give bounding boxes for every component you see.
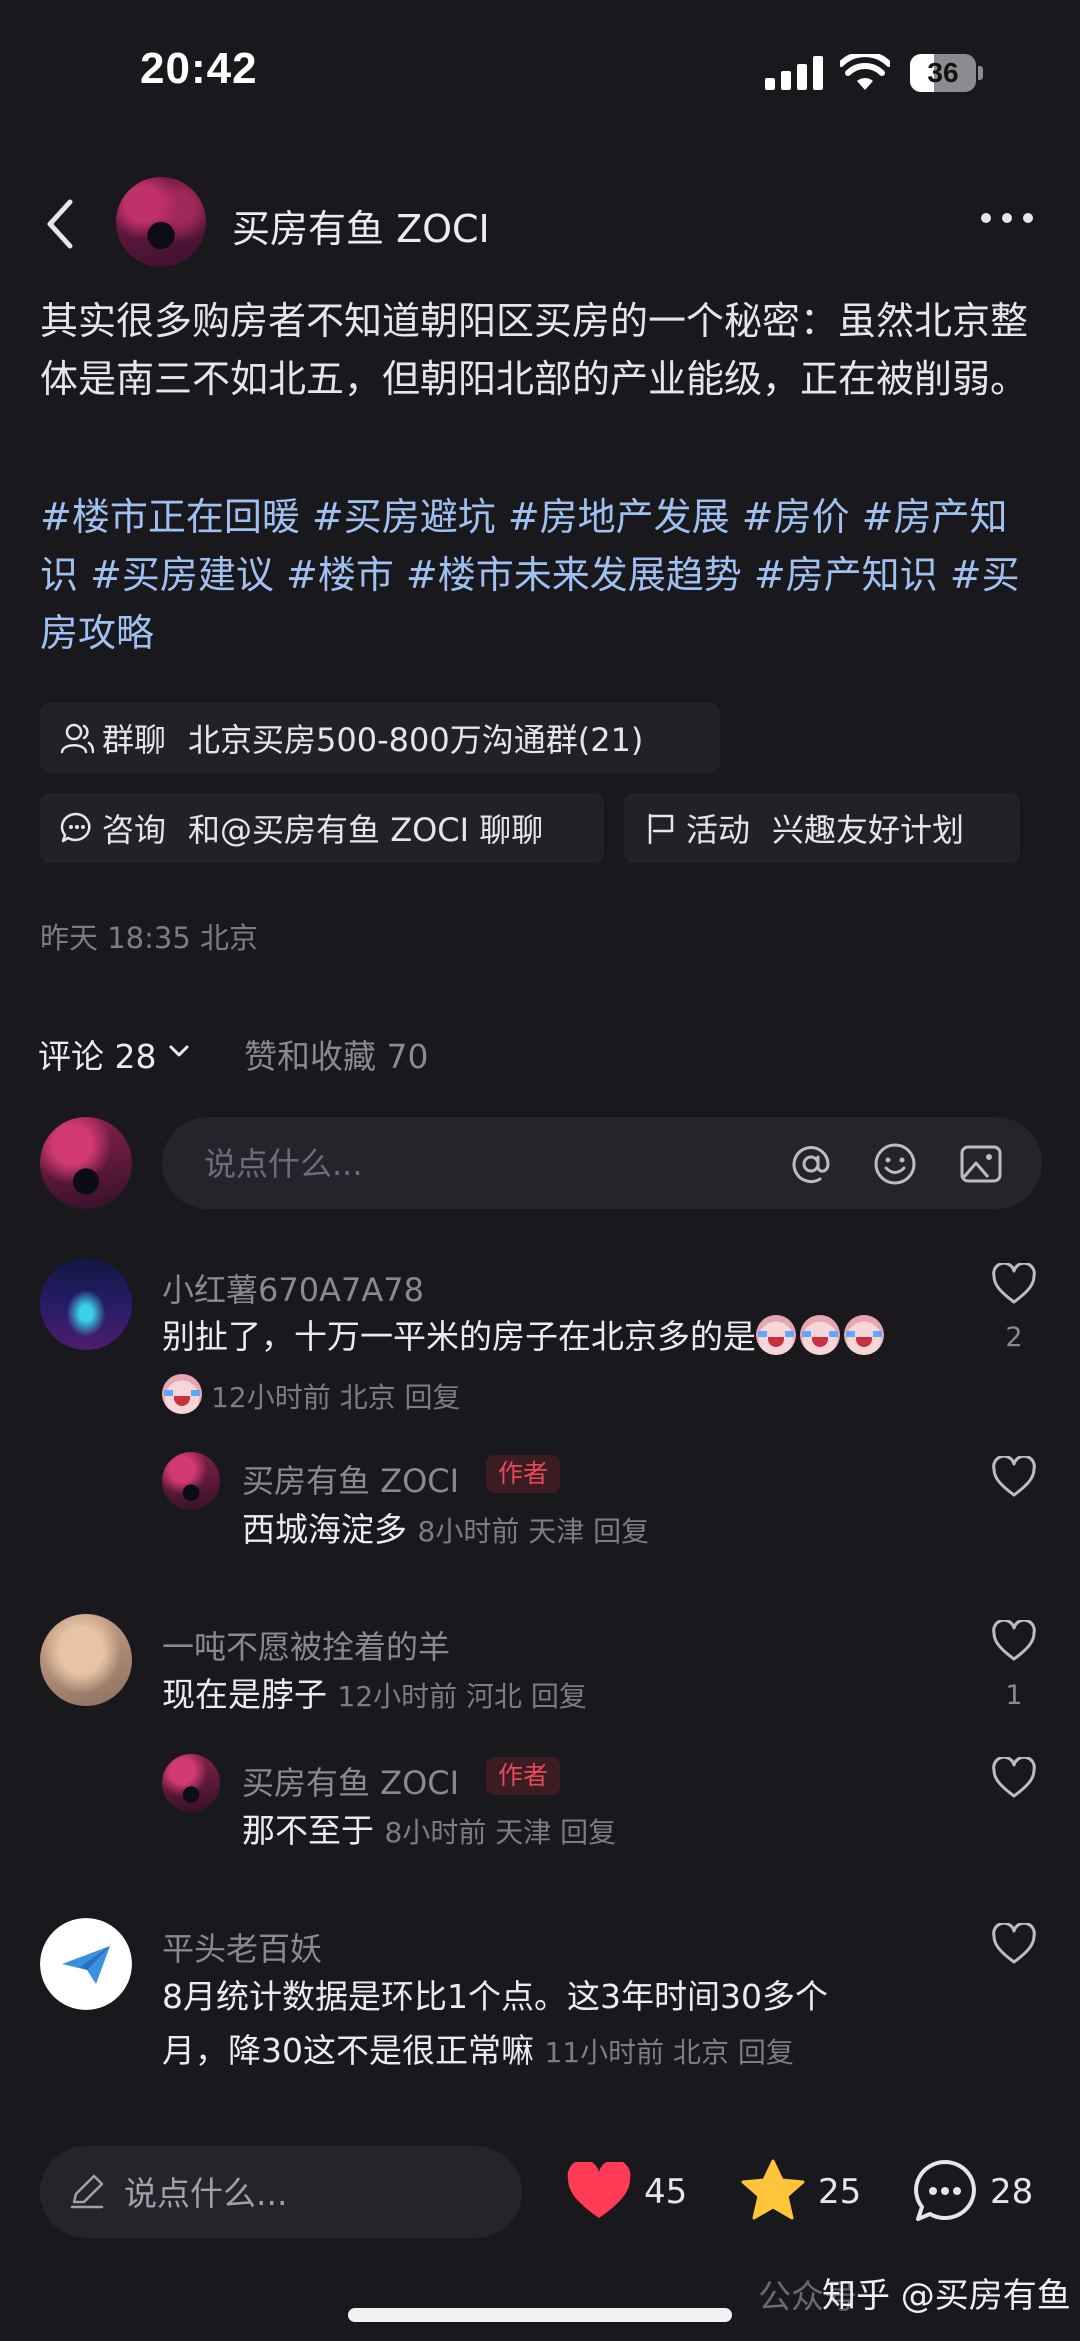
post-meta: 昨天 18:35 北京	[40, 921, 259, 955]
comment-meta[interactable]: 12小时前 北京 回复	[211, 1381, 460, 1414]
reply-text: 西城海淀多 8小时前 天津 回复	[242, 1503, 649, 1559]
author-badge: 作者	[486, 1455, 561, 1493]
comment-text: 8月统计数据是环比1个点。这3年时间30多个 月，降30这不是很正常嘛 11小时…	[162, 1970, 962, 2080]
crying-emoji-icon	[162, 1374, 202, 1414]
commenter-name[interactable]: 一吨不愿被拴着的羊	[162, 1622, 450, 1668]
tab-comments[interactable]: 评论 28	[38, 1030, 156, 1078]
chat-bubble-icon	[60, 812, 91, 843]
comment-body: 现在是脖子	[162, 1675, 327, 1714]
comment-text: 别扯了，十万一平米的房子在北京多的是	[162, 1310, 962, 1364]
chip-kind-consult: 咨询	[102, 811, 167, 849]
comment-body-line-2: 月，降30这不是很正常嘛	[162, 2031, 534, 2070]
battery-level: 36	[927, 57, 959, 88]
like-count: 45	[644, 2172, 688, 2212]
reply-author-name[interactable]: 买房有鱼 ZOCI	[242, 1456, 459, 1502]
comment-like-count: 2	[1005, 1322, 1023, 1353]
consult-chip[interactable]: 咨询 和@买房有鱼 ZOCI 聊聊	[40, 793, 604, 863]
heart-outline-icon[interactable]	[991, 1620, 1037, 1662]
chevron-down-icon[interactable]	[168, 1044, 190, 1058]
chip-kind-activity: 活动	[686, 811, 751, 849]
my-avatar	[40, 1117, 132, 1209]
emoji-icon[interactable]	[872, 1141, 918, 1187]
reply-text: 那不至于 8小时前 天津 回复	[242, 1804, 616, 1860]
heart-outline-icon[interactable]	[991, 1923, 1037, 1965]
crying-emoji-icon	[844, 1315, 884, 1355]
reply-author-name[interactable]: 买房有鱼 ZOCI	[242, 1758, 459, 1804]
comment-meta[interactable]: 11小时前 北京 回复	[545, 2036, 794, 2069]
comment-like-count: 1	[1005, 1680, 1023, 1711]
commenter-name[interactable]: 平头老百妖	[162, 1924, 322, 1970]
comment-input-box[interactable]	[162, 1117, 1042, 1211]
pen-icon	[70, 2174, 104, 2209]
commenter-avatar[interactable]	[40, 1614, 132, 1706]
chip-kind-group: 群聊	[102, 721, 167, 759]
chip-text-consult: 和@买房有鱼 ZOCI 聊聊	[188, 811, 544, 849]
bottom-comment-input[interactable]	[122, 2146, 506, 2240]
commenter-avatar[interactable]	[40, 1258, 132, 1350]
comment-meta-row: 12小时前 北京 回复	[162, 1374, 461, 1416]
home-indicator[interactable]	[348, 2308, 732, 2322]
hashtags-line-2[interactable]: 识 #买房建议 #楼市 #楼市未来发展趋势 #房产知识 #买	[40, 546, 1040, 604]
mention-icon[interactable]	[788, 1141, 834, 1187]
crying-emoji-icon	[756, 1315, 796, 1355]
comment-count: 28	[990, 2172, 1034, 2212]
watermark: 知乎 @买房有鱼	[822, 2276, 1071, 2316]
heart-outline-icon[interactable]	[991, 1263, 1037, 1305]
heart-outline-icon[interactable]	[991, 1456, 1037, 1498]
reply-avatar[interactable]	[162, 1754, 220, 1812]
chip-text-group: 北京买房500-800万沟通群(21)	[188, 721, 644, 759]
hashtags-line-3[interactable]: 房攻略	[40, 604, 1040, 662]
author-badge: 作者	[486, 1757, 561, 1795]
group-chat-chip[interactable]: 群聊 北京买房500-800万沟通群(21)	[40, 703, 720, 773]
comment-text: 现在是脖子 12小时前 河北 回复	[162, 1668, 587, 1724]
more-options-icon[interactable]	[980, 210, 1034, 226]
reply-body: 那不至于	[242, 1811, 374, 1850]
comment-input[interactable]	[202, 1117, 766, 1211]
crying-emoji-icon	[800, 1315, 840, 1355]
reply-meta[interactable]: 8小时前 天津 回复	[418, 1515, 650, 1548]
reply-avatar[interactable]	[162, 1452, 220, 1510]
reply-body: 西城海淀多	[242, 1510, 407, 1549]
comment-meta[interactable]: 12小时前 河北 回复	[338, 1680, 587, 1713]
author-name[interactable]: 买房有鱼 ZOCI	[232, 198, 490, 253]
chip-text-activity: 兴趣友好计划	[772, 811, 965, 849]
comment-body: 别扯了，十万一平米的房子在北京多的是	[162, 1317, 756, 1356]
heart-outline-icon[interactable]	[991, 1757, 1037, 1799]
heart-filled-icon[interactable]	[566, 2162, 632, 2220]
star-filled-icon[interactable]	[740, 2158, 806, 2222]
author-avatar[interactable]	[116, 177, 206, 267]
flag-icon	[648, 813, 674, 845]
group-chat-icon	[60, 723, 94, 754]
image-icon[interactable]	[958, 1141, 1004, 1187]
back-arrow-icon[interactable]	[40, 194, 80, 254]
commenter-name[interactable]: 小红薯670A7A78	[162, 1265, 424, 1311]
post-body-text: 其实很多购房者不知道朝阳区买房的一个秘密：虽然北京整体是南三不如北五，但朝阳北部…	[40, 299, 1029, 401]
status-time: 20:42	[140, 44, 258, 93]
comment-body-line-1: 8月统计数据是环比1个点。这3年时间30多个	[162, 1977, 828, 2016]
bottom-comment-box[interactable]	[40, 2146, 522, 2240]
tab-likes-collects[interactable]: 赞和收藏 70	[244, 1030, 428, 1078]
post-hashtags[interactable]: #楼市正在回暖 #买房避坑 #房地产发展 #房价 #房产知 识 #买房建议 #楼…	[40, 488, 1040, 662]
comment-bubble-icon[interactable]	[912, 2158, 978, 2224]
wifi-icon	[840, 54, 890, 90]
activity-chip[interactable]: 活动 兴趣友好计划	[624, 793, 1020, 863]
collect-count: 25	[818, 2172, 862, 2212]
reply-meta[interactable]: 8小时前 天津 回复	[385, 1816, 617, 1849]
commenter-avatar[interactable]	[40, 1918, 132, 2010]
hashtags-line-1[interactable]: #楼市正在回暖 #买房避坑 #房地产发展 #房价 #房产知	[40, 488, 1040, 546]
battery-icon: 36	[910, 54, 984, 92]
signal-icon	[765, 56, 823, 90]
